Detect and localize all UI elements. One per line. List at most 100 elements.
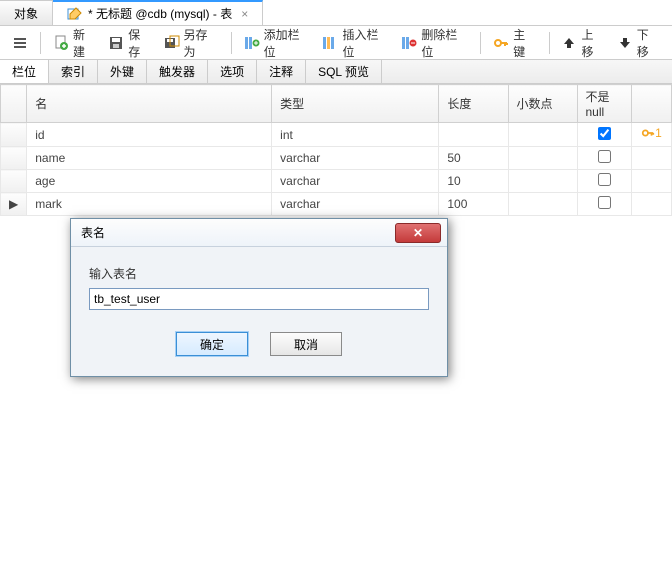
col-header-decimal[interactable]: 小数点: [508, 85, 577, 123]
close-icon: ✕: [413, 226, 423, 240]
btn-label: 下移: [637, 26, 660, 60]
table-row[interactable]: namevarchar50: [1, 147, 672, 170]
move-down-button[interactable]: 下移: [613, 24, 664, 62]
cell-type[interactable]: varchar: [272, 147, 439, 170]
cell-length[interactable]: 50: [439, 147, 508, 170]
subtab-label: 索引: [61, 63, 85, 80]
cell-name[interactable]: age: [27, 170, 272, 193]
dialog-titlebar[interactable]: 表名 ✕: [71, 219, 447, 247]
notnull-checkbox[interactable]: [598, 150, 611, 163]
save-button[interactable]: 保存: [104, 24, 155, 62]
saveas-button[interactable]: 另存为: [160, 24, 223, 62]
cell-name[interactable]: id: [27, 123, 272, 147]
notnull-checkbox[interactable]: [598, 173, 611, 186]
add-field-button[interactable]: 添加栏位: [240, 24, 315, 62]
subtab-label: 触发器: [159, 63, 195, 80]
col-header-notnull[interactable]: 不是 null: [577, 85, 632, 123]
cell-length[interactable]: 10: [439, 170, 508, 193]
btn-label: 添加栏位: [264, 26, 311, 60]
cell-pk[interactable]: [632, 170, 672, 193]
cell-notnull[interactable]: [577, 193, 632, 216]
btn-label: 主键: [513, 26, 536, 60]
btn-label: 删除栏位: [421, 26, 468, 60]
subtab-label: 栏位: [12, 63, 36, 80]
notnull-checkbox[interactable]: [598, 196, 611, 209]
cell-pk[interactable]: [632, 147, 672, 170]
designer-tabs: 栏位 索引 外键 触发器 选项 注释 SQL 预览: [0, 60, 672, 84]
cell-notnull[interactable]: [577, 147, 632, 170]
cell-decimal[interactable]: [508, 193, 577, 216]
delete-field-button[interactable]: 删除栏位: [397, 24, 472, 62]
separator: [480, 32, 481, 54]
dialog-body: 输入表名: [71, 247, 447, 316]
subtab-triggers[interactable]: 触发器: [147, 60, 208, 83]
col-header-length[interactable]: 长度: [439, 85, 508, 123]
table-edit-icon: [67, 6, 83, 22]
table-row[interactable]: idint 1: [1, 123, 672, 147]
table-row[interactable]: ▶markvarchar100: [1, 193, 672, 216]
insert-field-button[interactable]: 插入栏位: [318, 24, 393, 62]
btn-label: 插入栏位: [342, 26, 389, 60]
grid-corner: [1, 85, 27, 123]
notnull-checkbox[interactable]: [598, 127, 611, 140]
key-icon: 1: [641, 126, 662, 140]
close-icon[interactable]: ×: [241, 7, 248, 21]
cancel-button[interactable]: 取消: [270, 332, 342, 356]
table-name-dialog: 表名 ✕ 输入表名 确定 取消: [70, 218, 448, 377]
ok-button[interactable]: 确定: [176, 332, 248, 356]
cell-pk[interactable]: [632, 193, 672, 216]
hamburger-icon: [12, 35, 28, 51]
table-row[interactable]: agevarchar10: [1, 170, 672, 193]
btn-label: 另存为: [184, 26, 219, 60]
tab-label: 对象: [14, 5, 38, 22]
row-marker: [1, 147, 27, 170]
subtab-fk[interactable]: 外键: [98, 60, 147, 83]
delete-field-icon: [401, 35, 417, 51]
new-button[interactable]: 新建: [49, 24, 100, 62]
col-header-name[interactable]: 名: [27, 85, 272, 123]
cell-length[interactable]: [439, 123, 508, 147]
separator: [549, 32, 550, 54]
move-up-button[interactable]: 上移: [557, 24, 608, 62]
cell-notnull[interactable]: [577, 170, 632, 193]
separator: [40, 32, 41, 54]
add-field-icon: [244, 35, 260, 51]
document-tabs: 对象 * 无标题 @cdb (mysql) - 表 ×: [0, 0, 672, 26]
toolbar: 新建 保存 另存为 添加栏位 插入栏位 删除栏位 主键 上移 下移: [0, 26, 672, 60]
cell-decimal[interactable]: [508, 123, 577, 147]
col-header-type[interactable]: 类型: [272, 85, 439, 123]
tab-editor[interactable]: * 无标题 @cdb (mysql) - 表 ×: [53, 0, 263, 25]
tab-objects[interactable]: 对象: [0, 0, 53, 25]
cell-type[interactable]: int: [272, 123, 439, 147]
cell-decimal[interactable]: [508, 147, 577, 170]
plus-doc-icon: [53, 35, 69, 51]
insert-field-icon: [322, 35, 338, 51]
cell-name[interactable]: mark: [27, 193, 272, 216]
row-marker: [1, 170, 27, 193]
arrow-down-icon: [617, 35, 633, 51]
dialog-close-button[interactable]: ✕: [395, 223, 441, 243]
cell-name[interactable]: name: [27, 147, 272, 170]
cell-type[interactable]: varchar: [272, 170, 439, 193]
key-icon: [493, 35, 509, 51]
cell-pk[interactable]: 1: [632, 123, 672, 147]
cell-notnull[interactable]: [577, 123, 632, 147]
subtab-options[interactable]: 选项: [208, 60, 257, 83]
save-icon: [108, 35, 124, 51]
tab-label: * 无标题 @cdb (mysql) - 表: [88, 5, 232, 22]
cell-decimal[interactable]: [508, 170, 577, 193]
subtab-sqlpreview[interactable]: SQL 预览: [306, 60, 382, 83]
subtab-label: 外键: [110, 63, 134, 80]
cell-length[interactable]: 100: [439, 193, 508, 216]
subtab-fields[interactable]: 栏位: [0, 60, 49, 83]
saveas-icon: [164, 35, 180, 51]
subtab-indexes[interactable]: 索引: [49, 60, 98, 83]
subtab-label: 注释: [269, 63, 293, 80]
cell-type[interactable]: varchar: [272, 193, 439, 216]
col-header-key: [632, 85, 672, 123]
table-name-input[interactable]: [89, 288, 429, 310]
menu-button[interactable]: [8, 33, 32, 53]
primary-key-button[interactable]: 主键: [489, 24, 540, 62]
subtab-comment[interactable]: 注释: [257, 60, 306, 83]
row-marker: [1, 123, 27, 147]
